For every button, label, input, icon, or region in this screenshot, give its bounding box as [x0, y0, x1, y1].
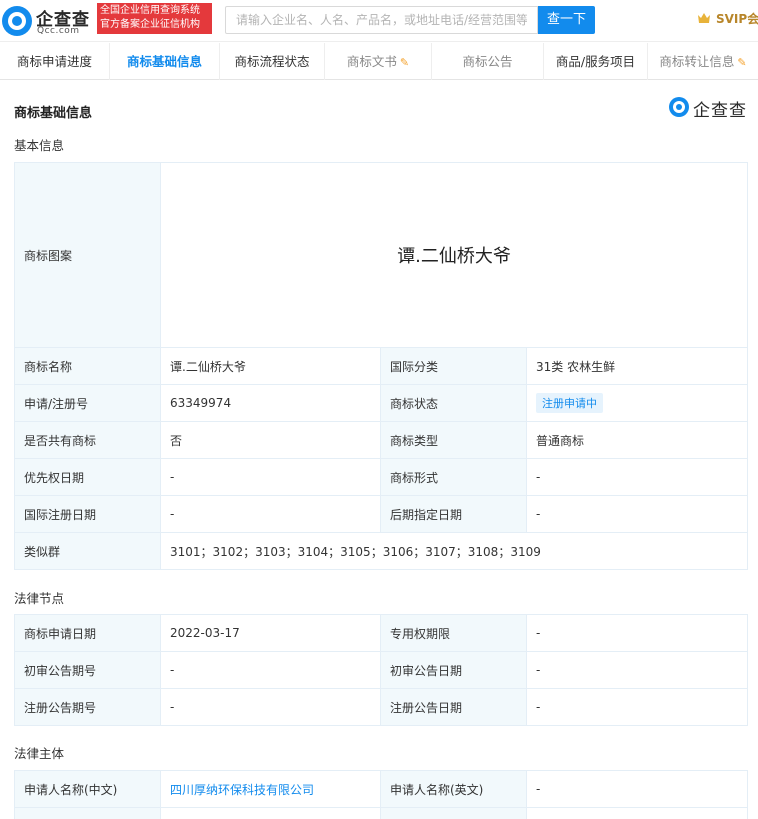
tab-basic-info[interactable]: 商标基础信息: [110, 43, 220, 80]
registration-announcement-date: -: [526, 688, 748, 726]
tab-label: 商标流程状态: [234, 54, 310, 69]
qcc-logo[interactable]: 企查查 Qcc.com: [2, 5, 92, 37]
registration-number: 63349974: [160, 384, 381, 422]
tab-process-status[interactable]: 商标流程状态: [220, 43, 325, 80]
field-label: 商标申请日期: [14, 614, 161, 652]
field-label: 商标形式: [380, 458, 527, 496]
logo-domain: Qcc.com: [37, 26, 80, 36]
table-row: 申请人名称(中文) 四川厚纳环保科技有限公司 申请人名称(英文) -: [14, 770, 748, 808]
qcc-logo-icon: [669, 97, 689, 117]
slogan-line-1: 全国企业信用查询系统: [100, 5, 200, 16]
trademark-image: 谭.二仙桥大爷: [159, 162, 749, 348]
table-row: 商标申请日期 2022-03-17 专用权期限 -: [14, 614, 748, 652]
field-label: 商标状态: [380, 384, 527, 422]
section-title-basic: 基本信息: [14, 138, 65, 153]
pen-icon: ✎: [399, 56, 410, 69]
tab-label: 商标申请进度: [16, 54, 92, 69]
field-label: 注册公告期号: [14, 688, 161, 726]
tab-bar: 商标申请进度 商标基础信息 商标流程状态 商标文书 ✎ 商标公告 商品/服务项目 …: [0, 43, 758, 80]
field-value-empty: [526, 807, 748, 819]
table-row: 商标图案 谭.二仙桥大爷: [14, 162, 749, 348]
preliminary-issue-number: -: [160, 651, 381, 689]
search-button[interactable]: 查一下: [538, 6, 595, 34]
international-class: 31类 农林生鲜: [525, 347, 749, 385]
field-label: 国际分类: [380, 347, 527, 385]
field-label: 申请人名称(中文): [14, 770, 161, 808]
trademark-status-cell: 注册申请中: [525, 384, 749, 422]
crown-icon: [698, 13, 710, 23]
field-label: 是否共有商标: [14, 421, 161, 459]
table-row: 是否共有商标 否 商标类型 普通商标: [14, 421, 749, 459]
trademark-form: -: [525, 458, 749, 496]
tab-label: 商标转让信息: [659, 54, 735, 69]
application-date: 2022-03-17: [160, 614, 381, 652]
trademark-type: 普通商标: [525, 421, 749, 459]
tab-label: 商品/服务项目: [555, 54, 636, 69]
tab-goods-services[interactable]: 商品/服务项目: [544, 43, 648, 80]
tab-label: 商标公告: [462, 54, 513, 69]
field-label: 优先权日期: [14, 458, 161, 496]
later-designation-date: -: [525, 495, 749, 533]
field-label-empty: [14, 807, 161, 819]
label-trademark-image: 商标图案: [14, 162, 161, 348]
field-label: 后期指定日期: [380, 495, 527, 533]
top-header: 企查查 Qcc.com 全国企业信用查询系统 官方备案企业征信机构 查一下 SV…: [0, 0, 758, 42]
tab-documents[interactable]: 商标文书 ✎: [325, 43, 432, 80]
slogan-badge: 全国企业信用查询系统 官方备案企业征信机构: [97, 3, 212, 34]
svip-label: SVIP会: [716, 12, 758, 26]
page-title: 商标基础信息: [14, 106, 93, 121]
tab-transfer-info[interactable]: 商标转让信息 ✎: [648, 43, 758, 80]
field-label-empty: [380, 807, 527, 819]
legal-subject-table: 申请人名称(中文) 四川厚纳环保科技有限公司 申请人名称(英文) -: [14, 770, 748, 819]
table-row: 初审公告期号 - 初审公告日期 -: [14, 651, 748, 689]
field-label: 申请人名称(英文): [380, 770, 527, 808]
field-label: 商标类型: [380, 421, 527, 459]
table-row: 类似群 3101；3102；3103；3104；3105；3106；3107；3…: [14, 532, 749, 570]
applicant-name-link[interactable]: 四川厚纳环保科技有限公司: [170, 783, 314, 797]
qcc-logo-icon: [2, 6, 32, 36]
priority-date: -: [160, 458, 381, 496]
pen-icon: ✎: [737, 56, 747, 69]
table-row: 注册公告期号 - 注册公告日期 -: [14, 688, 748, 726]
svip-entry[interactable]: SVIP会: [697, 10, 758, 28]
field-label: 类似群: [14, 532, 161, 570]
table-row: 商标名称 谭.二仙桥大爷 国际分类 31类 农林生鲜: [14, 347, 749, 385]
table-row: 优先权日期 - 商标形式 -: [14, 458, 749, 496]
basic-info-table: 商标图案 谭.二仙桥大爷 商标名称 谭.二仙桥大爷 国际分类 31类 农林生鲜 …: [14, 162, 749, 570]
applicant-name-cn-cell: 四川厚纳环保科技有限公司: [160, 770, 381, 808]
field-label: 初审公告日期: [380, 651, 527, 689]
similar-groups: 3101；3102；3103；3104；3105；3106；3107；3108；…: [159, 532, 749, 570]
section-title-legal: 法律节点: [14, 591, 65, 606]
exclusive-right-period: -: [526, 614, 748, 652]
field-label: 商标名称: [14, 347, 161, 385]
tab-label: 商标基础信息: [126, 54, 202, 69]
preliminary-announcement-date: -: [526, 651, 748, 689]
field-label: 申请/注册号: [14, 384, 161, 422]
field-label: 国际注册日期: [14, 495, 161, 533]
table-row: 国际注册日期 - 后期指定日期 -: [14, 495, 749, 533]
field-label: 初审公告期号: [14, 651, 161, 689]
tab-application-progress[interactable]: 商标申请进度: [0, 43, 110, 80]
watermark-text: 企查查: [693, 101, 747, 121]
search-input[interactable]: [225, 6, 538, 34]
table-row: [14, 807, 748, 819]
field-label: 注册公告日期: [380, 688, 527, 726]
shared-trademark: 否: [160, 421, 381, 459]
tab-label: 商标文书: [346, 54, 397, 69]
section-title-subject: 法律主体: [14, 746, 65, 761]
tab-announcements[interactable]: 商标公告: [432, 43, 544, 80]
applicant-name-en: -: [526, 770, 748, 808]
field-label: 专用权期限: [380, 614, 527, 652]
field-value-empty: [160, 807, 381, 819]
table-row: 申请/注册号 63349974 商标状态 注册申请中: [14, 384, 749, 422]
legal-nodes-table: 商标申请日期 2022-03-17 专用权期限 - 初审公告期号 - 初审公告日…: [14, 614, 748, 726]
intl-registration-date: -: [160, 495, 381, 533]
slogan-line-2: 官方备案企业征信机构: [100, 19, 200, 30]
trademark-name: 谭.二仙桥大爷: [160, 347, 381, 385]
registration-issue-number: -: [160, 688, 381, 726]
status-badge: 注册申请中: [536, 393, 603, 413]
